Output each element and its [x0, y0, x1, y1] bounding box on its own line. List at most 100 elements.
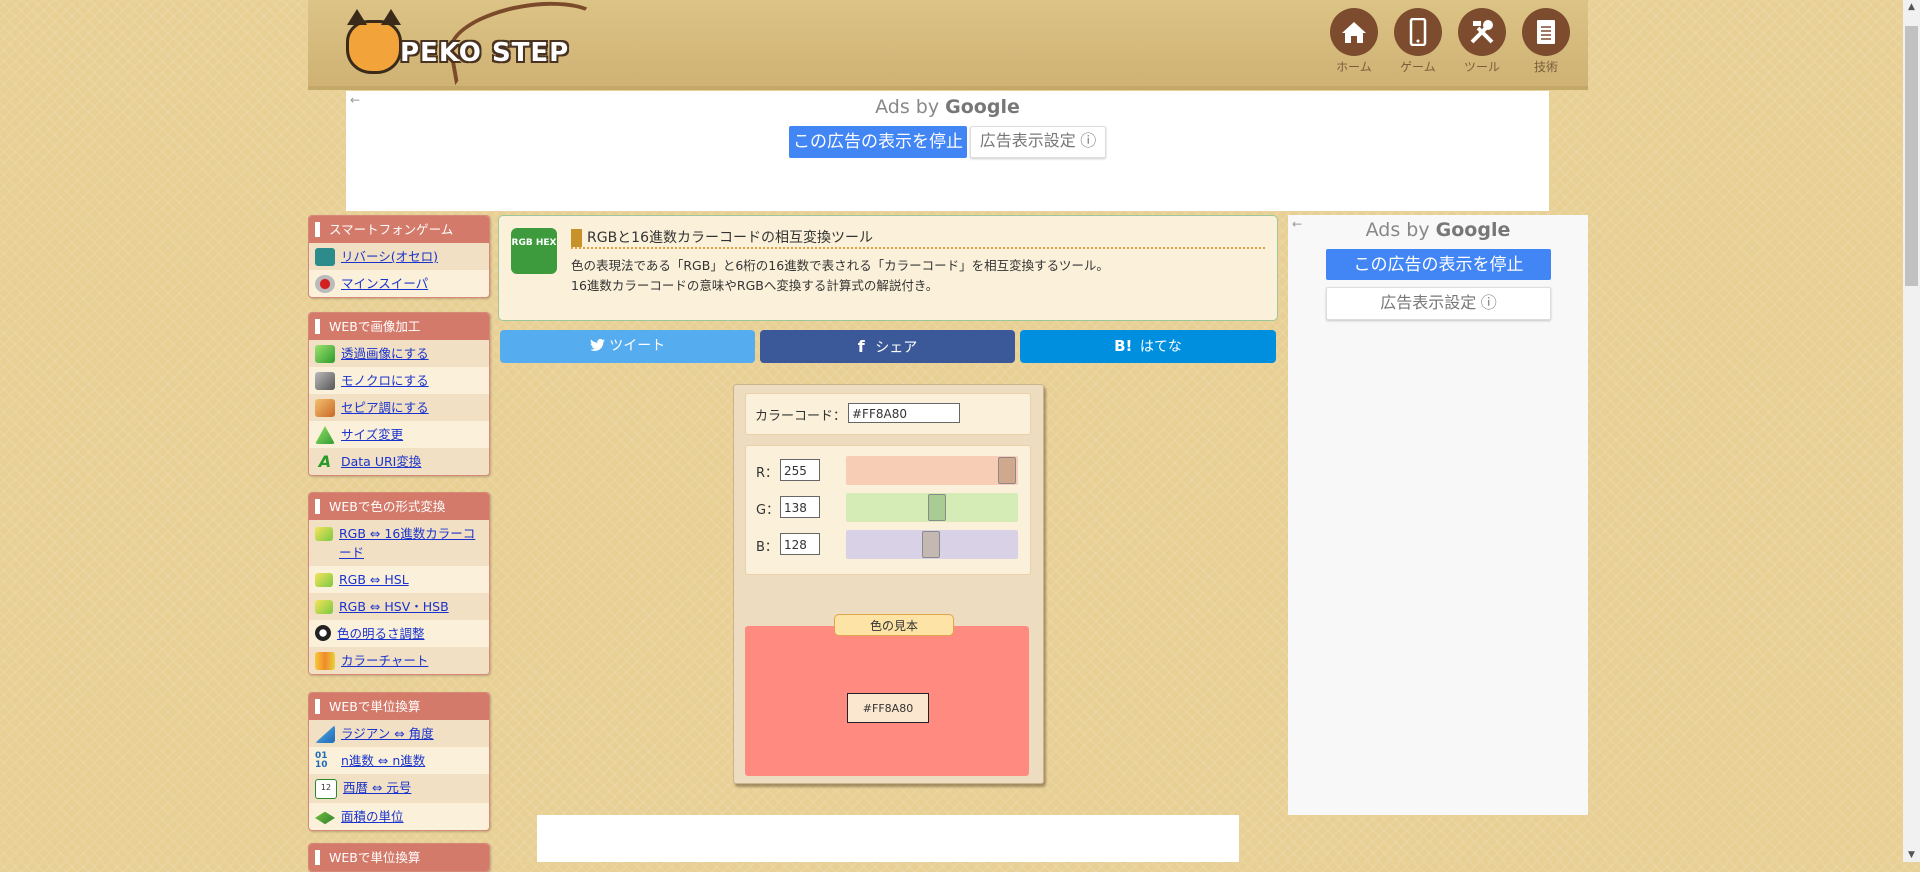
scroll-up-icon[interactable]: ▲	[1903, 2, 1920, 12]
facebook-share-button[interactable]: f シェア	[760, 330, 1015, 363]
tweet-button[interactable]: ツイート	[500, 330, 755, 363]
stop-ad-button[interactable]: この広告の表示を停止	[1326, 249, 1551, 280]
color-sample: 色の見本 #FF8A80	[745, 614, 1029, 776]
sidebar-item-rgb-hsl[interactable]: RGB ⇔ HSL	[309, 566, 489, 593]
site-header: PEKO STEP ホーム ゲーム ツール 技術	[308, 0, 1588, 90]
sidebar-item-radian[interactable]: ラジアン ⇔ 角度	[309, 720, 489, 747]
rgb-hex-icon: RGB HEX	[511, 228, 557, 274]
sidebar-item-base-n[interactable]: 01 10 n進数 ⇔ n進数	[309, 747, 489, 774]
cube-green-icon	[315, 345, 335, 363]
sidebar-item-label[interactable]: 色の明るさ調整	[337, 624, 425, 643]
sidebar-heading: スマートフォンゲーム	[309, 216, 489, 243]
b-slider-thumb[interactable]	[922, 531, 940, 558]
hatena-bookmark-button[interactable]: B! はてな	[1020, 330, 1276, 363]
color-cube-icon	[315, 600, 333, 614]
color-sample-code: #FF8A80	[847, 693, 929, 723]
sidebar-item-monochrome[interactable]: モノクロにする	[309, 367, 489, 394]
sidebar-item-label[interactable]: 透過画像にする	[341, 344, 429, 363]
g-slider-thumb[interactable]	[928, 494, 946, 521]
nav-tools[interactable]: ツール	[1458, 8, 1506, 75]
sidebar-item-label[interactable]: Data URI変換	[341, 452, 421, 471]
color-chart-icon	[315, 652, 335, 670]
b-input[interactable]: 128	[780, 533, 820, 555]
sidebar-item-label[interactable]: サイズ変更	[341, 425, 403, 444]
ads-by-label: Ads by	[875, 96, 940, 118]
sidebar-item-reversi[interactable]: リバーシ(オセロ)	[309, 243, 489, 270]
g-slider[interactable]	[846, 493, 1018, 522]
content-area-bottom	[537, 815, 1239, 862]
scroll-down-icon[interactable]: ▼	[1903, 850, 1920, 860]
twitter-icon	[589, 338, 609, 354]
nav-home[interactable]: ホーム	[1330, 8, 1378, 75]
tool-intro-box: RGB HEX RGBと16進数カラーコードの相互変換ツール 色の表現法である「…	[498, 215, 1278, 321]
color-code-section: カラーコード： #FF8A80	[745, 393, 1031, 435]
description-line: 色の表現法である「RGB」と6桁の16進数で表される「カラーコード」を相互変換す…	[571, 258, 1109, 273]
sidebar-item-era[interactable]: 12 西暦 ⇔ 元号	[309, 774, 489, 803]
sidebar-section-units: WEBで単位換算 ラジアン ⇔ 角度 01 10 n進数 ⇔ n進数 12 西暦 …	[308, 692, 490, 831]
top-ad-banner: ← Ads by Google この広告の表示を停止 広告表示設定 ⓘ	[346, 91, 1549, 211]
sidebar-item-sepia[interactable]: セピア調にする	[309, 394, 489, 421]
sidebar-heading: WEBで単位換算	[309, 844, 489, 871]
logo-text: PEKO STEP	[400, 38, 570, 68]
sidebar-section-games: スマートフォンゲーム リバーシ(オセロ) マインスイーパ	[308, 215, 490, 298]
sidebar-item-transparent[interactable]: 透過画像にする	[309, 340, 489, 367]
cube-orange-icon	[315, 399, 335, 417]
sidebar-item-label[interactable]: カラーチャート	[341, 651, 428, 670]
calendar-icon: 12	[315, 779, 337, 799]
sidebar-heading: WEBで画像加工	[309, 313, 489, 340]
sidebar-item-label[interactable]: RGB ⇔ HSL	[339, 570, 409, 589]
nav-game[interactable]: ゲーム	[1394, 8, 1442, 75]
color-cube-icon	[315, 527, 333, 541]
sidebar-section-units-2: WEBで単位換算	[308, 843, 490, 872]
stop-ad-button[interactable]: この広告の表示を停止	[789, 126, 967, 158]
ads-by-google: Ads by Google	[346, 96, 1549, 118]
sidebar-item-minesweeper[interactable]: マインスイーパ	[309, 270, 489, 297]
sidebar-item-label[interactable]: 西暦 ⇔ 元号	[343, 778, 411, 797]
sidebar-item-brightness[interactable]: 色の明るさ調整	[309, 620, 489, 647]
google-label: Google	[945, 96, 1020, 118]
tweet-label: ツイート	[609, 338, 666, 354]
b-slider[interactable]	[846, 530, 1018, 559]
scrollbar-thumb[interactable]	[1905, 26, 1918, 286]
sidebar-item-data-uri[interactable]: A Data URI変換	[309, 448, 489, 475]
sidebar-item-color-chart[interactable]: カラーチャート	[309, 647, 489, 674]
smartphone-icon	[1394, 8, 1442, 56]
sidebar-item-label[interactable]: セピア調にする	[341, 398, 429, 417]
sidebar-section-image: WEBで画像加工 透過画像にする モノクロにする セピア調にする サイズ変更 A…	[308, 312, 490, 476]
sidebar-item-label[interactable]: n進数 ⇔ n進数	[341, 751, 425, 770]
sidebar-section-color: WEBで色の形式変換 RGB ⇔ 16進数カラーコード RGB ⇔ HSL RG…	[308, 492, 490, 675]
sidebar-item-resize[interactable]: サイズ変更	[309, 421, 489, 448]
facebook-icon: f	[857, 337, 865, 356]
cat-logo-icon	[346, 9, 402, 74]
binary-icon: 01 10	[315, 751, 328, 770]
color-converter-panel: カラーコード： #FF8A80 R： 255 G： 138 B： 128 色の見…	[733, 384, 1044, 784]
ads-by-label: Ads by	[1365, 219, 1430, 241]
r-slider-thumb[interactable]	[998, 457, 1016, 484]
color-cube-icon	[315, 573, 333, 587]
sidebar-item-label[interactable]: ラジアン ⇔ 角度	[341, 724, 434, 743]
r-input[interactable]: 255	[780, 459, 820, 481]
pyramid-icon	[315, 426, 335, 444]
sidebar-item-label[interactable]: マインスイーパ	[341, 274, 428, 293]
ad-settings-button[interactable]: 広告表示設定 ⓘ	[970, 126, 1106, 158]
page-scrollbar[interactable]: ▲ ▼	[1903, 0, 1920, 862]
sidebar-item-rgb-hsv[interactable]: RGB ⇔ HSV・HSB	[309, 593, 489, 620]
r-slider[interactable]	[846, 456, 1018, 485]
color-sample-label: 色の見本	[834, 614, 954, 636]
sidebar-item-label[interactable]: RGB ⇔ HSV・HSB	[339, 597, 449, 616]
hatena-label: はてな	[1139, 339, 1182, 355]
document-icon	[1522, 8, 1570, 56]
color-code-input[interactable]: #FF8A80	[848, 403, 960, 423]
google-label: Google	[1435, 219, 1511, 241]
sidebar-item-rgb-hex[interactable]: RGB ⇔ 16進数カラーコード	[309, 520, 489, 566]
site-logo[interactable]: PEKO STEP	[338, 0, 611, 86]
sidebar-item-label[interactable]: リバーシ(オセロ)	[341, 247, 438, 266]
g-input[interactable]: 138	[780, 496, 820, 518]
ad-settings-button[interactable]: 広告表示設定 ⓘ	[1326, 287, 1551, 320]
sidebar-item-label[interactable]: 面積の単位	[341, 807, 404, 826]
sidebar-item-area[interactable]: 面積の単位	[309, 803, 489, 830]
rgb-row-g: G： 138	[746, 492, 1030, 522]
nav-tech[interactable]: 技術	[1522, 8, 1570, 75]
sidebar-item-label[interactable]: RGB ⇔ 16進数カラーコード	[339, 524, 483, 562]
sidebar-item-label[interactable]: モノクロにする	[341, 371, 429, 390]
